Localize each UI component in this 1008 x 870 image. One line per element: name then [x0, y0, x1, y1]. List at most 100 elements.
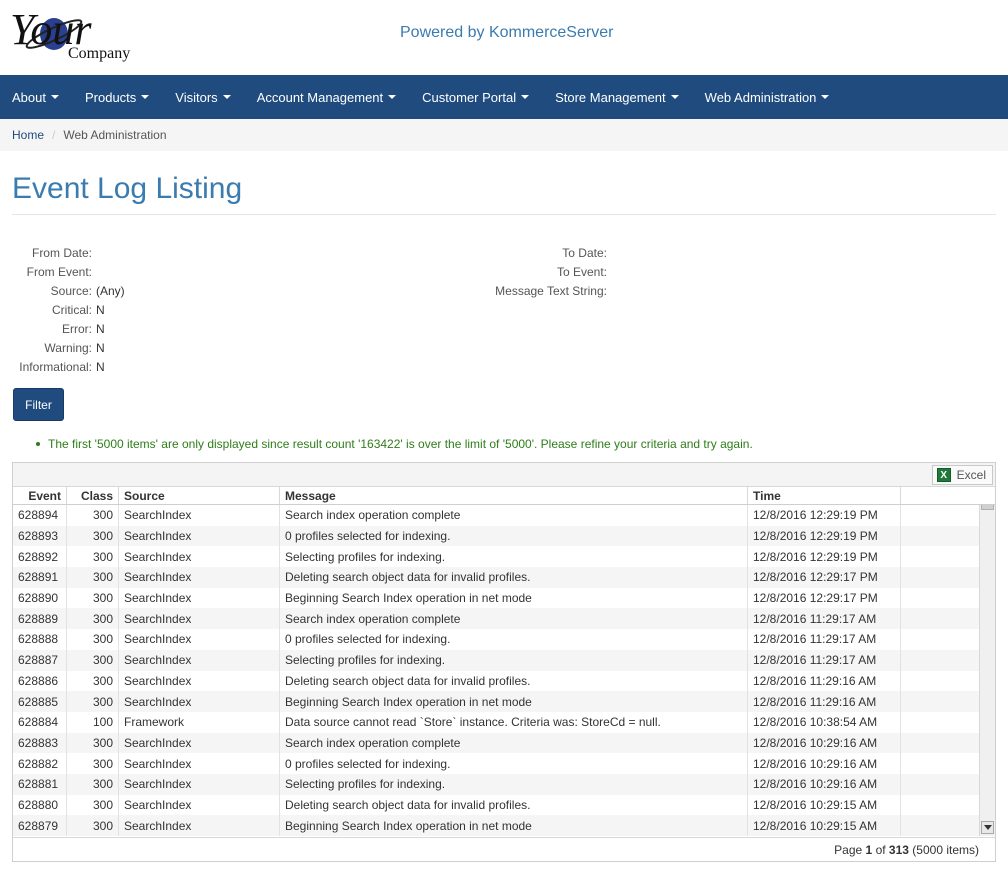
- cell-class: 300: [67, 753, 119, 774]
- cell-message: 0 profiles selected for indexing.: [280, 525, 748, 547]
- table-row[interactable]: 628879 300 SearchIndex Beginning Search Ind…: [13, 815, 981, 836]
- pager-items: (5000 items): [912, 842, 979, 857]
- cell-class: 300: [67, 773, 119, 795]
- table-row[interactable]: 628880 300 SearchIndex Deleting search obje…: [13, 794, 981, 816]
- table-row[interactable]: 628890 300 SearchIndex Beginning Search Ind…: [13, 587, 981, 609]
- cell-time: 12/8/2016 11:29:17 AM: [748, 629, 901, 650]
- cell-spacer: [901, 526, 981, 547]
- cell-spacer: [901, 691, 981, 712]
- cell-event: 628883: [13, 732, 67, 754]
- table-row[interactable]: 628885 300 SearchIndex Beginning Search Ind…: [13, 691, 981, 712]
- cell-event: 628887: [13, 649, 67, 671]
- table-row[interactable]: 628892 300 SearchIndex Selecting profiles f…: [13, 546, 981, 568]
- grid-pager: Page 1 of 313 (5000 items): [13, 837, 995, 861]
- cell-message: 0 profiles selected for indexing.: [280, 629, 748, 650]
- cell-spacer: [901, 733, 981, 754]
- cell-message: Data source cannot read `Store` instance…: [280, 711, 748, 733]
- cell-time: 12/8/2016 11:29:16 AM: [748, 670, 901, 692]
- criteria-row: Critical: N: [12, 300, 125, 319]
- cell-time: 12/8/2016 12:29:19 PM: [748, 505, 901, 526]
- cell-spacer: [901, 671, 981, 692]
- column-header-event[interactable]: Event: [13, 487, 67, 504]
- cell-message: Beginning Search Index operation in net …: [280, 691, 748, 712]
- nav-label: Store Management: [555, 89, 666, 105]
- criteria-row: Message Text String:: [470, 281, 611, 300]
- cell-event: 628881: [13, 773, 67, 795]
- table-row[interactable]: 628889 300 SearchIndex Search index operati…: [13, 608, 981, 630]
- table-row[interactable]: 628882 300 SearchIndex 0 profiles selected …: [13, 753, 981, 774]
- cell-class: 300: [67, 567, 119, 588]
- table-row[interactable]: 628891 300 SearchIndex Deleting search obje…: [13, 567, 981, 588]
- cell-class: 300: [67, 629, 119, 650]
- cell-source: SearchIndex: [119, 546, 280, 568]
- cell-message: Deleting search object data for invalid …: [280, 794, 748, 816]
- cell-class: 300: [67, 691, 119, 712]
- cell-spacer: [901, 629, 981, 650]
- export-excel-button[interactable]: X Excel: [931, 465, 993, 485]
- criteria-value: N: [96, 359, 105, 374]
- vertical-scrollbar[interactable]: [979, 505, 995, 836]
- nav-web-administration[interactable]: Web Administration: [705, 90, 830, 105]
- logo-subtext: Company: [68, 45, 130, 62]
- nav-label: Web Administration: [704, 89, 817, 105]
- criteria-row: From Event:: [12, 262, 125, 281]
- criteria-right: To Date: To Event: Message Text String:: [470, 243, 611, 300]
- column-header-class[interactable]: Class: [67, 487, 119, 504]
- table-row[interactable]: 628884 100 Framework Data source cannot rea…: [13, 711, 981, 733]
- nav-about[interactable]: About: [12, 90, 59, 105]
- cell-class: 300: [67, 732, 119, 754]
- nav-customer-portal[interactable]: Customer Portal: [422, 90, 530, 105]
- cell-event: 628891: [13, 567, 67, 588]
- caret-down-icon: [141, 95, 150, 99]
- cell-spacer: [901, 712, 981, 733]
- cell-time: 12/8/2016 12:29:17 PM: [748, 567, 901, 588]
- column-header-time[interactable]: Time: [748, 487, 901, 504]
- table-row[interactable]: 628893 300 SearchIndex 0 profiles selected …: [13, 525, 981, 547]
- company-logo[interactable]: Your Company: [10, 4, 150, 68]
- breadcrumb-home[interactable]: Home: [12, 128, 44, 142]
- table-row[interactable]: 628881 300 SearchIndex Selecting profiles f…: [13, 773, 981, 795]
- column-header-spacer: [901, 487, 981, 504]
- cell-message: Selecting profiles for indexing.: [280, 649, 748, 671]
- cell-spacer: [901, 774, 981, 795]
- criteria-value: N: [96, 340, 105, 355]
- cell-source: SearchIndex: [119, 567, 280, 588]
- criteria-value: N: [96, 302, 105, 317]
- criteria-label: Critical:: [51, 302, 92, 317]
- cell-source: SearchIndex: [119, 794, 280, 816]
- caret-down-icon: [521, 95, 530, 99]
- table-row[interactable]: 628894 300 SearchIndex Search index operati…: [13, 505, 981, 526]
- pager-total: 313: [888, 842, 909, 857]
- table-row[interactable]: 628887 300 SearchIndex Selecting profiles f…: [13, 649, 981, 671]
- table-row[interactable]: 628886 300 SearchIndex Deleting search obje…: [13, 670, 981, 692]
- nav-products[interactable]: Products: [85, 90, 150, 105]
- filter-button[interactable]: Filter: [13, 388, 64, 421]
- cell-class: 300: [67, 505, 119, 526]
- cell-spacer: [901, 505, 981, 526]
- cell-source: SearchIndex: [119, 691, 280, 712]
- cell-event: 628890: [13, 587, 67, 609]
- nav-visitors[interactable]: Visitors: [175, 89, 231, 105]
- scrollbar-thumb[interactable]: [981, 505, 994, 510]
- criteria-row: Error: N: [12, 319, 125, 338]
- arrow-down-icon: [983, 825, 992, 830]
- criteria-row: Warning: N: [12, 338, 125, 357]
- table-row[interactable]: 628888 300 SearchIndex 0 profiles selected …: [13, 629, 981, 650]
- table-row[interactable]: 628883 300 SearchIndex Search index operati…: [13, 732, 981, 754]
- column-header-source[interactable]: Source: [119, 487, 280, 504]
- breadcrumb-current: Web Administration: [63, 128, 167, 142]
- event-log-grid: X Excel Event Class Source Message Time …: [12, 462, 996, 862]
- scroll-down-button[interactable]: [981, 821, 994, 834]
- cell-source: SearchIndex: [119, 815, 280, 836]
- criteria-value: (Any): [96, 283, 125, 298]
- criteria-row: From Date:: [12, 243, 125, 262]
- nav-account-management[interactable]: Account Management: [257, 90, 397, 105]
- column-header-message[interactable]: Message: [280, 487, 748, 504]
- nav-label: Visitors: [175, 89, 218, 105]
- cell-source: SearchIndex: [119, 525, 280, 547]
- cell-spacer: [901, 753, 981, 774]
- nav-store-management[interactable]: Store Management: [555, 90, 679, 105]
- cell-class: 300: [67, 670, 119, 692]
- cell-class: 300: [67, 525, 119, 547]
- pager-current: 1: [865, 842, 873, 857]
